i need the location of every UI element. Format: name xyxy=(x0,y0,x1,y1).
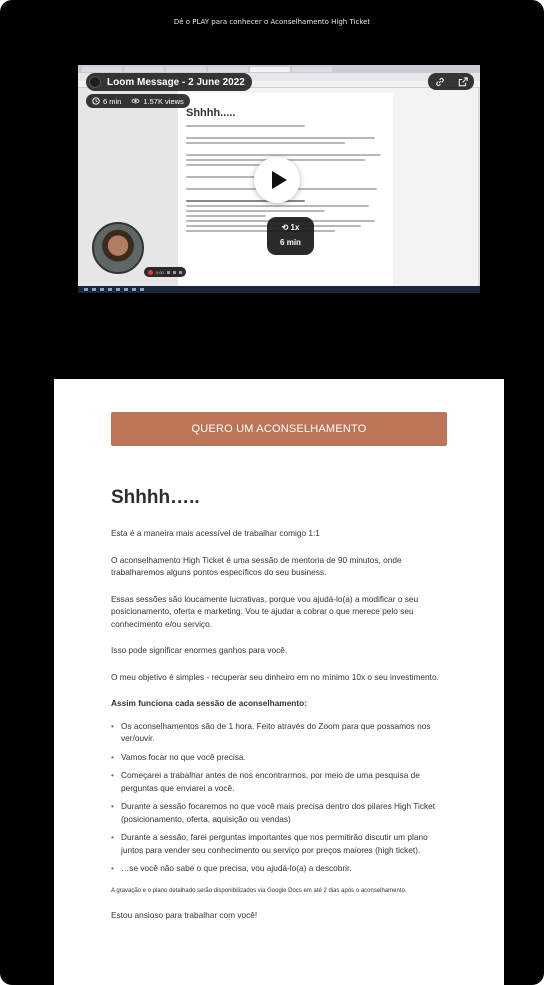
playback-speed: 1x xyxy=(290,223,300,232)
recording-controls: 0:00 xyxy=(144,267,186,277)
small-note: A gravação e o plano detalhado serão dis… xyxy=(111,887,407,894)
eye-icon xyxy=(131,98,141,104)
cta-button[interactable]: QUERO UM ACONSELHAMENTO xyxy=(111,412,447,446)
playback-speed-control[interactable]: ⟲ 1x 6 min xyxy=(267,217,314,255)
paragraph-objective: O meu objetivo é simples - recuperar seu… xyxy=(111,671,439,682)
duration-info: 6 min xyxy=(92,97,121,106)
page-frame: Dê o PLAY para conhecer o Aconselhamento… xyxy=(0,0,544,985)
paragraph-description: O aconselhamento High Ticket é uma sessã… xyxy=(111,554,402,578)
video-browser-tab xyxy=(82,67,122,72)
sales-page: QUERO UM ACONSELHAMENTO Shhhh….. Esta é … xyxy=(54,379,504,985)
play-button[interactable] xyxy=(254,157,300,203)
list-item: Os aconselhamentos são de 1 hora. Feito … xyxy=(111,720,451,745)
presenter-webcam xyxy=(92,222,144,274)
list-item: Durante a sessão, farei perguntas import… xyxy=(111,831,451,856)
video-browser-tab xyxy=(124,67,164,72)
video-meta: 6 min 1.57K views xyxy=(86,94,190,108)
video-browser-tab xyxy=(208,67,248,72)
external-link-icon[interactable] xyxy=(458,76,468,87)
page-title: Shhhh….. xyxy=(111,487,200,508)
video-taskbar xyxy=(78,286,480,293)
video-actions xyxy=(428,73,474,90)
speed-duration: 6 min xyxy=(280,238,301,247)
page-content: Shhhh….. Esta é a maneira mais acessível… xyxy=(111,487,451,936)
list-heading: Assim funciona cada sessão de aconselham… xyxy=(111,698,307,708)
list-item: Vamos focar no que você precisa. xyxy=(111,751,451,764)
list-item: Começarei a trabalhar antes de nos encon… xyxy=(111,769,451,794)
loom-logo-icon xyxy=(89,76,101,88)
paragraph-benefits: Essas sessões são loucamente lucrativas,… xyxy=(111,593,419,629)
video-doc-title: Shhhh..... xyxy=(186,107,236,119)
video-duration: 6 min xyxy=(103,96,122,106)
views-info: 1.57K views xyxy=(131,96,184,106)
closing-text: Estou ansioso para trabalhar com você! xyxy=(111,910,258,920)
paragraph-intro: Esta é a maneira mais acessível de traba… xyxy=(111,528,320,538)
video-browser-tab xyxy=(166,67,206,72)
video-views: 1.57K views xyxy=(143,96,184,106)
clock-icon xyxy=(92,97,100,105)
video-title-pill[interactable]: Loom Message - 2 June 2022 xyxy=(86,73,252,91)
session-list: Os aconselhamentos são de 1 hora. Feito … xyxy=(111,720,451,875)
video-browser-tab xyxy=(250,67,290,72)
video-browser-tabbar xyxy=(78,65,480,73)
record-time: 0:00 xyxy=(156,269,164,275)
speed-icon: ⟲ xyxy=(281,223,291,232)
paragraph-gains: Isso pode significar enormes ganhos para… xyxy=(111,645,288,655)
video-browser-tab xyxy=(292,67,332,72)
list-item: Durante a sessão focaremos no que você m… xyxy=(111,800,451,825)
list-item: …se você não sabe o que precisa, vou aju… xyxy=(111,862,451,875)
link-icon[interactable] xyxy=(435,77,445,87)
loom-video-player[interactable]: Shhhh..... Loom Message - 2 June 2022 6 … xyxy=(78,65,480,293)
video-title: Loom Message - 2 June 2022 xyxy=(107,76,245,88)
record-dot-icon xyxy=(148,269,153,275)
video-caption: Dê o PLAY para conhecer o Aconselhamento… xyxy=(173,18,371,26)
